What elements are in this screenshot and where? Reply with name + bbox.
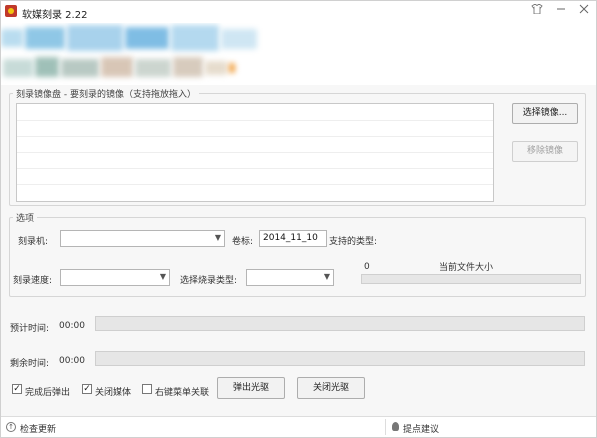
window-title: 软媒刻录 2.22 — [22, 10, 88, 21]
burn-type-select[interactable]: ▼ — [246, 269, 334, 286]
title-bar: 软媒刻录 2.22 — [1, 1, 596, 23]
eject-tray-button[interactable]: 弹出光驱 — [217, 377, 285, 399]
remove-image-button[interactable]: 移除镜像 — [512, 141, 578, 162]
estimated-time-label: 预计时间: — [10, 324, 50, 334]
check-icon: ✓ — [13, 384, 21, 394]
close-icon[interactable] — [576, 4, 592, 18]
image-group-label: 刻录镜像盘 - 要刻录的镜像（支持拖放拖入） — [13, 87, 199, 100]
eject-after-checkbox[interactable]: ✓ — [12, 384, 22, 394]
chevron-down-icon: ▼ — [214, 233, 221, 242]
close-tray-button[interactable]: 关闭光驱 — [297, 377, 365, 399]
ad-banner[interactable] — [1, 23, 596, 85]
check-update-link[interactable]: 检查更新 — [20, 422, 56, 435]
options-group-label: 选项 — [13, 211, 38, 224]
chevron-down-icon: ▼ — [159, 272, 166, 281]
app-window: 软媒刻录 2.22 刻录镜像盘 - 要刻录的镜像（支持拖放拖入） 选择镜像...… — [0, 0, 597, 438]
file-size-label: 当前文件大小 — [439, 263, 494, 273]
select-image-button[interactable]: 选择镜像... — [512, 103, 578, 124]
app-icon — [5, 5, 17, 17]
bulb-icon — [392, 422, 399, 431]
image-list[interactable] — [16, 103, 494, 202]
file-size-value: 0 — [364, 262, 370, 272]
burn-type-label: 选择烧录类型: — [180, 276, 238, 286]
remaining-time-label: 剩余时间: — [10, 359, 50, 369]
close-media-checkbox[interactable]: ✓ — [82, 384, 92, 394]
burner-label: 刻录机: — [18, 237, 49, 247]
remaining-time-value: 00:00 — [59, 356, 85, 366]
remaining-progress-bar — [95, 351, 585, 366]
close-media-label[interactable]: 关闭媒体 — [95, 385, 131, 398]
status-bar: ↑ 检查更新 提点建议 — [1, 416, 596, 437]
eject-after-label[interactable]: 完成后弹出 — [25, 385, 70, 398]
supported-type-label: 支持的类型: — [329, 237, 378, 247]
context-menu-label[interactable]: 右键菜单关联 — [155, 385, 209, 398]
speed-label: 刻录速度: — [13, 276, 53, 286]
context-menu-checkbox[interactable] — [142, 384, 152, 394]
speed-select[interactable]: ▼ — [60, 269, 170, 286]
feedback-link[interactable]: 提点建议 — [403, 422, 439, 435]
status-divider — [385, 419, 386, 435]
estimated-time-value: 00:00 — [59, 321, 85, 331]
chevron-down-icon: ▼ — [323, 272, 330, 281]
update-icon: ↑ — [6, 422, 16, 432]
check-icon: ✓ — [83, 384, 91, 394]
burner-select[interactable]: ▼ — [60, 230, 225, 247]
clothes-icon[interactable] — [529, 3, 545, 18]
estimated-progress-bar — [95, 316, 585, 331]
volume-input[interactable]: 2014_11_10 — [259, 230, 327, 247]
file-size-bar — [361, 274, 581, 284]
volume-label: 卷标: — [232, 237, 254, 247]
minimize-icon[interactable] — [553, 4, 569, 18]
